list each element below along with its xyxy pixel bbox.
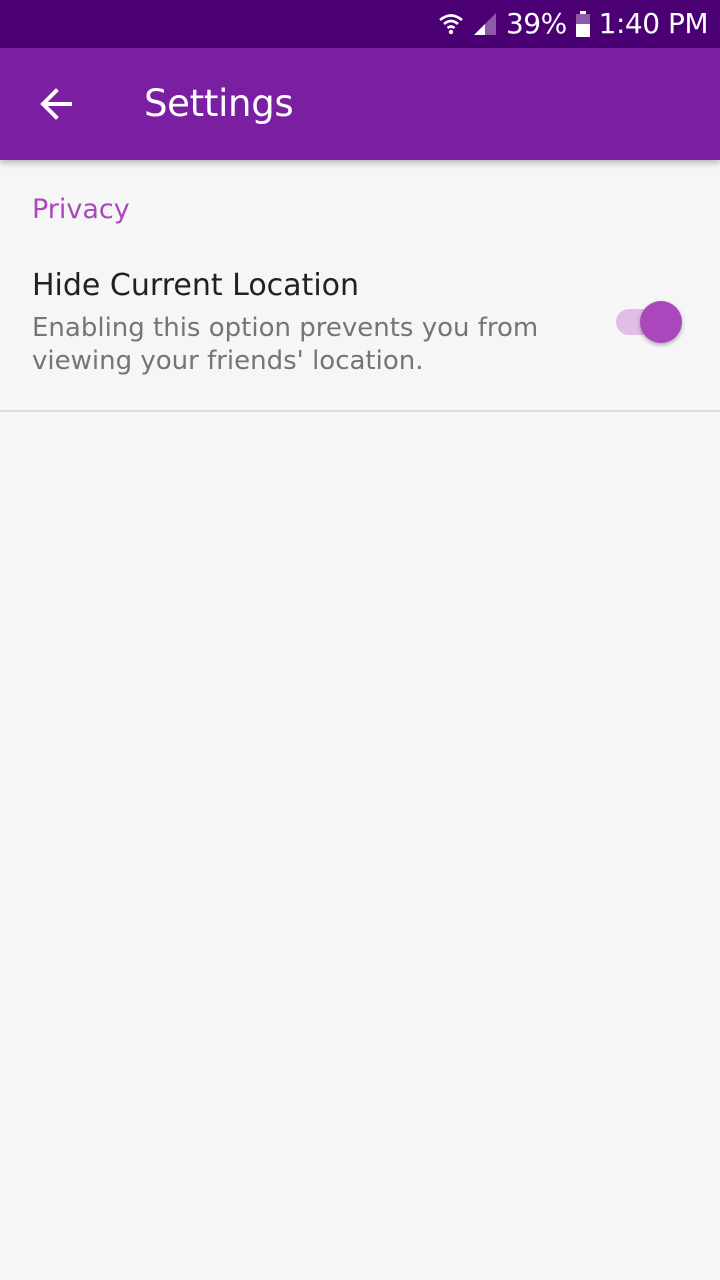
status-bar: 39% 1:40 PM	[0, 0, 720, 48]
back-button[interactable]	[24, 76, 88, 132]
preference-summary: Enabling this option prevents you from v…	[32, 313, 539, 376]
battery-icon	[575, 11, 590, 37]
divider	[0, 410, 720, 412]
section-header-privacy: Privacy	[32, 194, 130, 225]
clock: 1:40 PM	[598, 7, 709, 40]
arrow-back-icon	[40, 88, 72, 120]
battery-percent: 39%	[505, 7, 567, 40]
page-title: Settings	[144, 82, 294, 125]
preference-hide-location[interactable]: Hide Current Location Enabling this opti…	[0, 256, 720, 410]
toggle-thumb	[640, 301, 682, 343]
wifi-icon	[439, 14, 463, 35]
settings-content: Privacy Hide Current Location Enabling t…	[0, 160, 720, 1280]
hide-location-toggle[interactable]	[614, 300, 684, 344]
status-indicators: 39% 1:40 PM	[438, 0, 709, 48]
preference-title: Hide Current Location	[32, 268, 360, 303]
app-bar: Settings	[0, 48, 720, 160]
signal-icon	[473, 13, 496, 35]
